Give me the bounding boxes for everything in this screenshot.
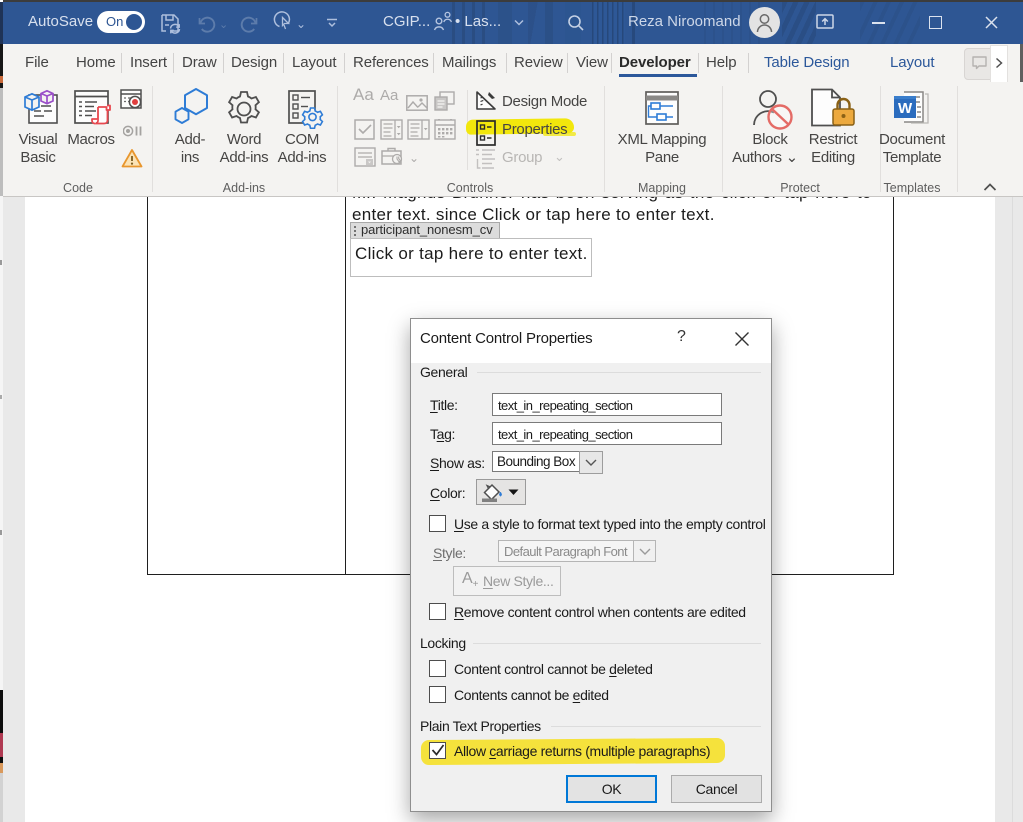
svg-text:W: W: [898, 100, 913, 117]
